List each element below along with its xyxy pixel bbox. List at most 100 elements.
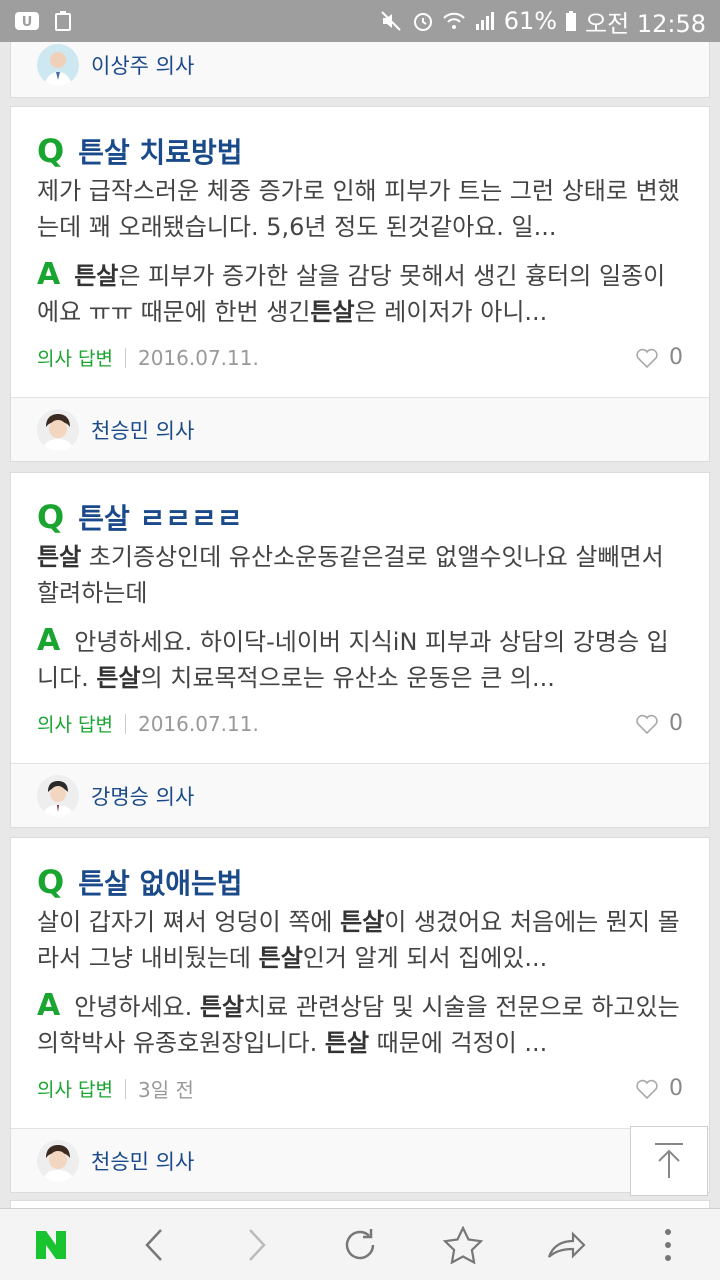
answer-meta: 의사 답변 2016.07.11. (37, 710, 259, 737)
highlight-keyword: 튼살 (74, 262, 119, 290)
refresh-button[interactable] (320, 1209, 400, 1280)
answer-snippet: A 안녕하세요. 하이닥-네이버 지식iN 피부과 상담의 강명승 입니다. 튼살… (37, 623, 687, 695)
answer-text: 의 치료목적으로는 유산소 운동은 큰 의... (140, 664, 555, 692)
heart-icon (636, 714, 658, 734)
share-button[interactable] (526, 1209, 606, 1280)
bookmark-button[interactable] (423, 1209, 503, 1280)
more-vertical-icon (665, 1228, 672, 1261)
doctor-row[interactable]: 천승민 의사 (11, 397, 709, 461)
heart-icon (636, 348, 658, 368)
question-text: 초기증상인데 유산소운동같은걸로 없앨수잇나요 살빼면서 할려하는데 (37, 543, 664, 607)
answer-text: 때문에 걱정이 ... (369, 1029, 548, 1057)
forward-button[interactable] (217, 1209, 297, 1280)
doctor-name: 이상주 의사 (91, 54, 195, 78)
list-item[interactable]: Q 튼살 치료방법 제가 급작스러운 체중 증가로 인해 피부가 트는 그런 상… (10, 106, 710, 462)
doctor-avatar (37, 1139, 79, 1182)
divider (124, 347, 126, 368)
question-title[interactable]: 튼살 치료방법 (78, 131, 242, 171)
answer-date: 2016.07.11. (137, 711, 259, 736)
refresh-icon (345, 1228, 375, 1259)
question-text: 살이 갑자기 쪄서 엉덩이 쪽에 (37, 908, 341, 936)
status-bar: U 61% 오전 12:58 (0, 0, 720, 42)
highlight-keyword: 튼살 (199, 993, 245, 1021)
answer-type-label: 의사 답변 (37, 1079, 113, 1101)
like-button[interactable]: 0 (635, 711, 683, 736)
list-item[interactable]: 이상주 의사 (10, 42, 710, 98)
answer-list: 이상주 의사 Q 튼살 치료방법 제가 급작스러운 체중 증가로 인해 피부가 … (0, 42, 720, 1208)
doctor-avatar (37, 774, 79, 817)
list-item[interactable]: Q 튼살 없애는법 살이 갑자기 쪄서 엉덩이 쪽에 튼살이 생겼어요 처음에는… (10, 837, 710, 1193)
like-count: 0 (669, 1076, 683, 1101)
question-title[interactable]: 튼살 없애는법 (78, 862, 242, 902)
heart-icon (636, 1079, 658, 1099)
app-notification-icon: U (14, 10, 40, 32)
doctor-row[interactable]: 천승민 의사 (11, 1128, 709, 1192)
browser-toolbar (0, 1208, 720, 1280)
highlight-keyword: 튼살 (258, 944, 303, 972)
question-marker: Q (37, 863, 65, 901)
answer-marker: A (37, 257, 61, 292)
divider (124, 1078, 126, 1099)
answer-text: 은 레이저가 아니... (354, 298, 548, 326)
mute-icon (380, 10, 404, 32)
svg-text:U: U (22, 15, 33, 30)
question-text: 인거 알게 되서 집에있... (302, 944, 548, 972)
battery-percent: 61% (503, 7, 558, 35)
answer-text: 안녕하세요. (74, 993, 200, 1021)
doctor-row[interactable]: 강명승 의사 (11, 763, 709, 827)
divider (124, 713, 126, 734)
recycle-icon (54, 10, 72, 32)
highlight-keyword: 튼살 (324, 1029, 370, 1057)
like-count: 0 (669, 711, 683, 736)
question-snippet: 제가 급작스러운 체중 증가로 인해 피부가 트는 그런 상태로 변했는데 꽤 … (37, 177, 680, 241)
wifi-icon (442, 10, 466, 32)
clock: 오전 12:58 (585, 9, 706, 38)
like-button[interactable]: 0 (635, 345, 683, 370)
question-title[interactable]: 튼살 ㄹㄹㄹㄹ (78, 497, 242, 537)
list-item[interactable] (10, 1200, 710, 1208)
answer-type-label: 의사 답변 (37, 348, 113, 370)
answer-date: 2016.07.11. (137, 345, 259, 370)
more-menu-button[interactable] (628, 1209, 708, 1280)
answer-snippet: A 튼살은 피부가 증가한 살을 감당 못해서 생긴 흉터의 일종이에요 ㅠㅠ 때… (37, 257, 687, 329)
list-item[interactable]: Q 튼살 ㄹㄹㄹㄹ 튼살 초기증상인데 유산소운동같은걸로 없앨수잇나요 살빼면… (10, 472, 710, 828)
answer-marker: A (37, 988, 61, 1023)
answer-meta: 의사 답변 3일 전 (37, 1074, 194, 1103)
answer-snippet: A 안녕하세요. 튼살치료 관련상담 및 시술을 전문으로 하고있는 의학박사 유… (37, 988, 687, 1060)
question-title-row[interactable]: Q 튼살 ㄹㄹㄹㄹ (37, 497, 243, 537)
question-snippet: 살이 갑자기 쪄서 엉덩이 쪽에 튼살이 생겼어요 처음에는 뭔지 몰라서 그냥… (37, 904, 687, 976)
question-marker: Q (37, 498, 65, 536)
answer-marker: A (37, 623, 61, 658)
doctor-avatar (37, 44, 79, 86)
star-icon (442, 1225, 483, 1264)
question-snippet: 튼살 초기증상인데 유산소운동같은걸로 없앨수잇나요 살빼면서 할려하는데 (37, 539, 687, 611)
alarm-icon (412, 10, 434, 32)
like-button[interactable]: 0 (635, 1076, 683, 1101)
signal-icon (474, 10, 496, 32)
battery-icon (565, 10, 577, 32)
naver-home-button[interactable] (11, 1209, 91, 1280)
question-title-row[interactable]: Q 튼살 없애는법 (37, 862, 243, 902)
doctor-row[interactable]: 이상주 의사 (11, 42, 709, 97)
highlight-keyword: 튼살 (310, 298, 355, 326)
doctor-name: 천승민 의사 (91, 418, 195, 443)
highlight-keyword: 튼살 (37, 543, 82, 571)
highlight-keyword: 튼살 (96, 664, 141, 692)
back-button[interactable] (114, 1209, 194, 1280)
like-count: 0 (669, 345, 683, 370)
question-marker: Q (37, 132, 65, 170)
question-title-row[interactable]: Q 튼살 치료방법 (37, 131, 243, 171)
chevron-left-icon (145, 1228, 163, 1261)
highlight-keyword: 튼살 (340, 908, 385, 936)
answer-date: 3일 전 (137, 1078, 194, 1102)
doctor-avatar (37, 408, 79, 451)
doctor-name: 천승민 의사 (91, 1149, 195, 1174)
scroll-to-top-button[interactable] (630, 1126, 708, 1196)
share-arrow-icon (547, 1230, 586, 1259)
answer-type-label: 의사 답변 (37, 714, 113, 736)
arrow-up-icon (655, 1143, 683, 1178)
naver-logo-icon (36, 1230, 67, 1259)
doctor-name: 강명승 의사 (91, 784, 195, 809)
chevron-right-icon (249, 1228, 266, 1261)
answer-meta: 의사 답변 2016.07.11. (37, 344, 259, 371)
